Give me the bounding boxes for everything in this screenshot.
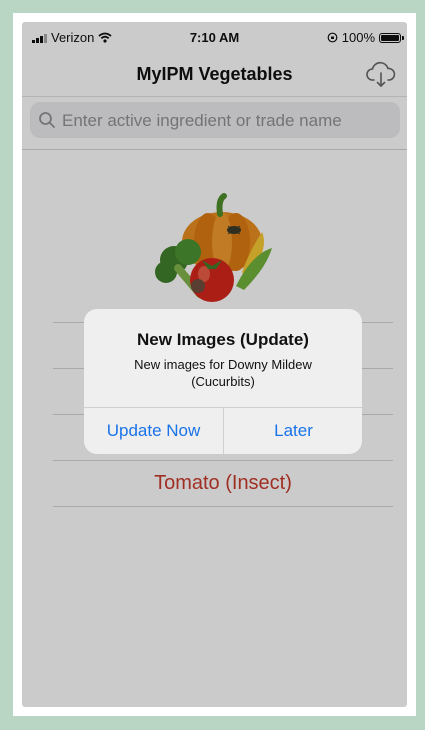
update-now-button[interactable]: Update Now: [84, 408, 223, 454]
update-alert: New Images (Update) New images for Downy…: [84, 309, 362, 454]
alert-message: New images for Downy Mildew (Cucurbits): [134, 357, 312, 389]
later-button[interactable]: Later: [224, 408, 362, 454]
phone-screen: Verizon 7:10 AM 100% MyIPM Vegetables En…: [22, 22, 407, 707]
alert-title: New Images (Update): [137, 330, 309, 349]
